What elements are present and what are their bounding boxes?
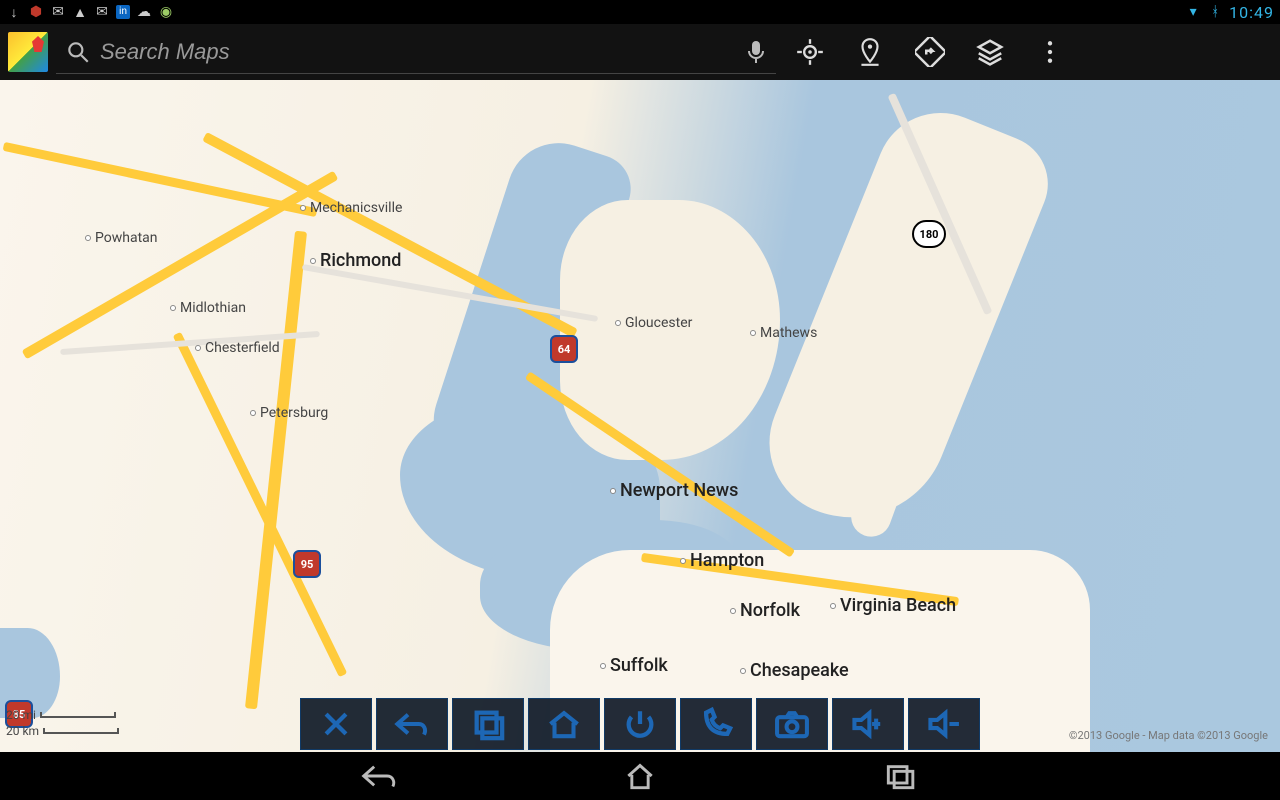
city-label: Midlothian [170,300,246,316]
download-icon: ↓ [6,4,22,20]
volume-down-button[interactable] [908,698,980,750]
interstate-shield: 64 [550,335,578,363]
nav-back-button[interactable] [350,758,410,794]
scale-miles: 20 mi [6,708,36,722]
linkedin-icon: in [116,5,130,19]
city-label: Chesterfield [195,340,280,356]
mail-icon: ✉ [94,4,110,20]
city-label: Newport News [610,480,738,501]
my-location-button[interactable] [784,32,836,72]
voice-search-icon[interactable] [736,39,776,65]
places-button[interactable] [844,32,896,72]
city-label: Hampton [680,550,764,571]
nav-home-button[interactable] [610,758,670,794]
city-label: Petersburg [250,405,328,421]
search-icon[interactable] [56,39,100,65]
status-left-cluster: ↓ ⬢ ✉ ▲ ✉ in ☁ ◉ [6,4,174,20]
android-icon: ◉ [158,4,174,20]
map-attribution: ©2013 Google - Map data ©2013 Google [1069,729,1268,742]
softkey-widget-bar [300,698,980,750]
status-clock: 10:49 [1229,3,1274,22]
directions-button[interactable] [904,32,956,72]
overflow-menu-button[interactable] [1024,32,1076,72]
city-label: Gloucester [615,315,692,331]
volume-up-button[interactable] [832,698,904,750]
recent-button[interactable] [452,698,524,750]
scale-km: 20 km [6,724,39,738]
warning-icon: ▲ [72,4,88,20]
city-label: Mechanicsville [300,200,402,216]
city-label: Chesapeake [740,660,849,681]
map-canvas[interactable]: 649585180 RichmondNewport NewsHamptonNor… [0,80,1280,800]
camera-button[interactable] [756,698,828,750]
search-input[interactable] [100,39,736,65]
city-label: Suffolk [600,655,668,676]
city-label: Mathews [750,325,817,341]
route-shield: 180 [912,220,946,248]
city-label: Powhatan [85,230,158,246]
interstate-shield: 95 [293,550,321,578]
cloud-icon: ☁ [136,4,152,20]
city-label: Richmond [310,250,401,271]
mail-icon: ✉ [50,4,66,20]
call-button[interactable] [680,698,752,750]
layers-button[interactable] [964,32,1016,72]
maps-action-bar [0,24,1280,80]
back-button[interactable] [376,698,448,750]
city-label: Norfolk [730,600,800,621]
shield-icon: ⬢ [28,4,44,20]
map-scale: 20 mi 20 km [6,708,119,738]
close-button[interactable] [300,698,372,750]
wifi-icon: ▾ [1185,4,1201,20]
home-button[interactable] [528,698,600,750]
bluetooth-icon: ᚼ [1207,4,1223,20]
search-field-container [56,30,776,74]
android-status-bar: ↓ ⬢ ✉ ▲ ✉ in ☁ ◉ ▾ ᚼ 10:49 [0,0,1280,24]
power-button[interactable] [604,698,676,750]
city-label: Virginia Beach [830,595,956,616]
nav-recent-button[interactable] [870,758,930,794]
status-right-cluster: ▾ ᚼ 10:49 [1185,3,1274,22]
android-nav-bar [0,752,1280,800]
google-maps-app-icon[interactable] [8,32,48,72]
